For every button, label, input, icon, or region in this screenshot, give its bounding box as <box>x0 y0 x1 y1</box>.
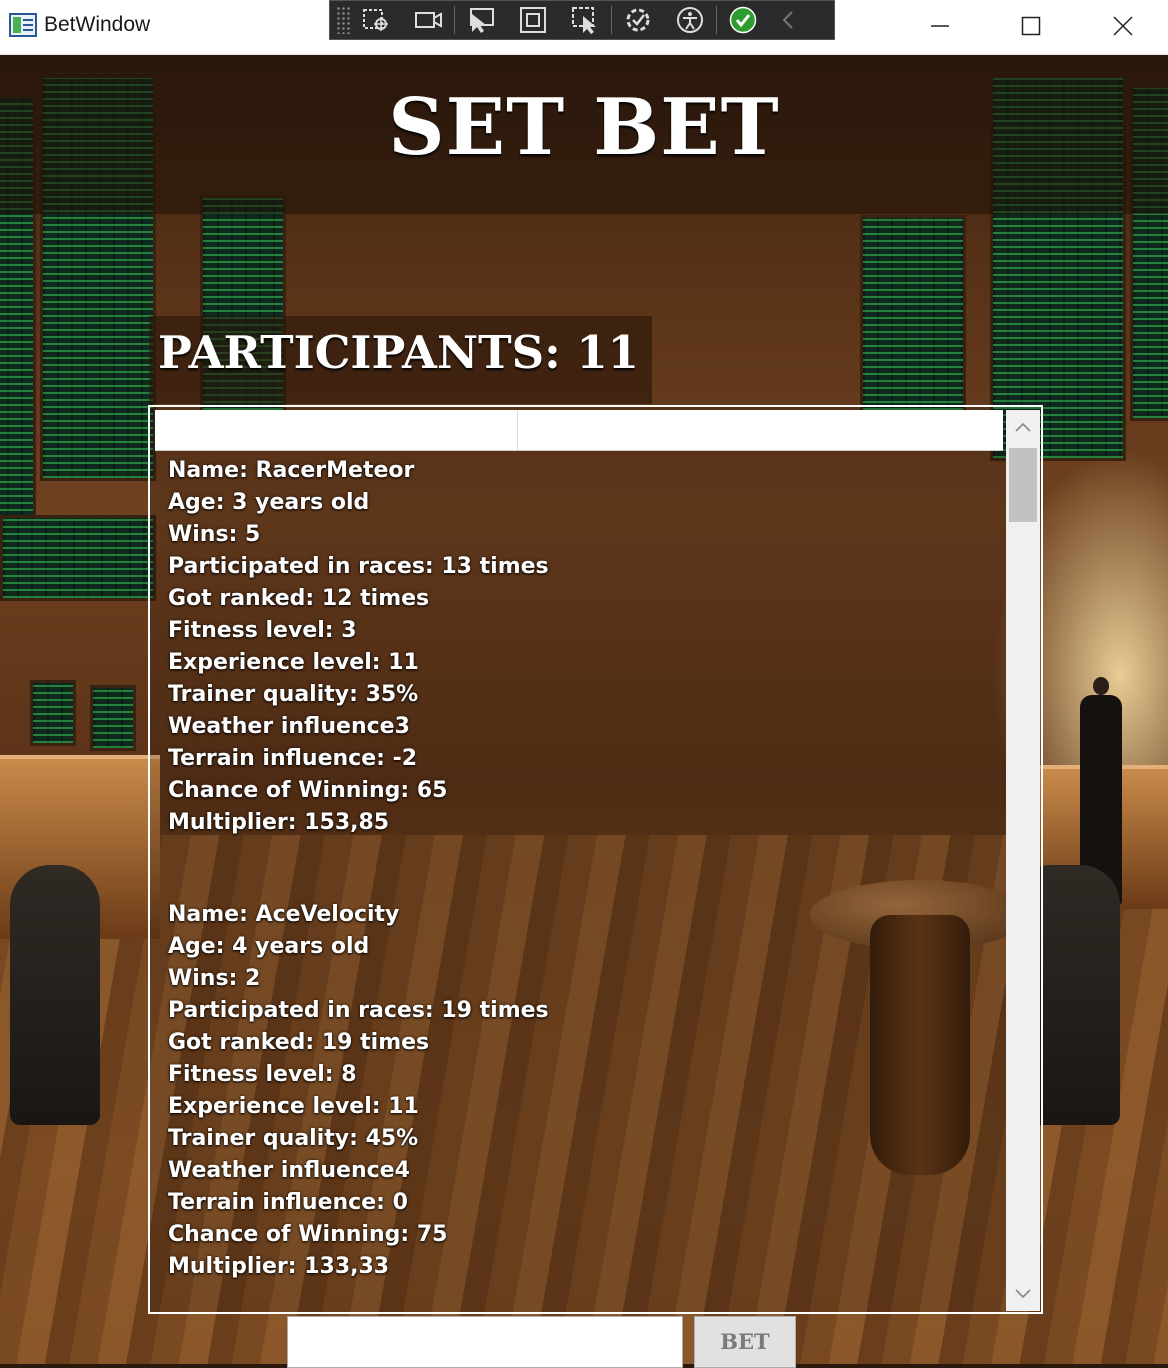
window-title: BetWindow <box>44 13 151 36</box>
toolbar-grip-icon[interactable] <box>336 6 350 34</box>
chevron-down-icon <box>1015 1289 1031 1299</box>
maximize-button[interactable] <box>984 0 1077 52</box>
horse-wins: Wins: 2 <box>168 966 261 991</box>
horse-experience: Experience level: 11 <box>168 1094 419 1119</box>
minimize-icon <box>930 25 949 27</box>
select-element-icon[interactable] <box>350 1 402 39</box>
close-button[interactable] <box>1076 0 1168 52</box>
horse-races: Participated in races: 19 times <box>168 998 549 1023</box>
close-icon <box>1112 16 1133 36</box>
list-column-header <box>155 410 1003 451</box>
accessibility-icon[interactable] <box>664 1 716 39</box>
chevron-up-icon <box>1015 422 1031 432</box>
title-bar: BetWindow <box>0 0 1168 55</box>
tv-screen <box>0 515 156 601</box>
minimize-button[interactable] <box>893 0 986 52</box>
horse-trainer: Trainer quality: 35% <box>168 682 419 707</box>
horse-age: Age: 3 years old <box>168 490 370 515</box>
check-icon[interactable] <box>717 1 769 39</box>
layout-adorner-icon[interactable] <box>507 1 559 39</box>
participants-list[interactable]: Name: RacerMeteor Age: 3 years old Wins:… <box>148 405 1043 1314</box>
scroll-up-button[interactable] <box>1006 410 1040 444</box>
window-app-icon <box>9 13 37 37</box>
horse-name: Name: AceVelocity <box>168 902 400 927</box>
binding-failures-icon[interactable] <box>612 1 664 39</box>
horse-wins: Wins: 5 <box>168 522 261 547</box>
debug-toolbar <box>329 0 835 40</box>
tv-screen <box>90 685 136 751</box>
track-focus-icon[interactable] <box>559 1 611 39</box>
list-item[interactable]: Name: RacerMeteor Age: 3 years old Wins:… <box>168 455 988 839</box>
horse-ranked: Got ranked: 19 times <box>168 1030 430 1055</box>
horse-weather: Weather influence4 <box>168 1158 410 1183</box>
column-header-1[interactable] <box>155 410 518 450</box>
horse-chance: Chance of Winning: 75 <box>168 1222 448 1247</box>
horse-multiplier: Multiplier: 133,33 <box>168 1254 390 1279</box>
vertical-scrollbar[interactable] <box>1006 410 1040 1311</box>
horse-weather: Weather influence3 <box>168 714 410 739</box>
horse-fitness: Fitness level: 8 <box>168 1062 357 1087</box>
list-content: Name: RacerMeteor Age: 3 years old Wins:… <box>168 455 988 1312</box>
chair <box>10 865 100 1125</box>
horse-age: Age: 4 years old <box>168 934 370 959</box>
horse-experience: Experience level: 11 <box>168 650 419 675</box>
horse-multiplier: Multiplier: 153,85 <box>168 810 390 835</box>
tv-screen <box>30 680 76 746</box>
list-item[interactable]: Name: AceVelocity Age: 4 years old Wins:… <box>168 899 988 1283</box>
horse-races: Participated in races: 13 times <box>168 554 549 579</box>
horse-ranked: Got ranked: 12 times <box>168 586 430 611</box>
horse-fitness: Fitness level: 3 <box>168 618 357 643</box>
participants-count-label: PARTICIPANTS: 11 <box>158 326 639 379</box>
collapse-chevron-icon[interactable] <box>769 1 809 39</box>
horse-name: Name: RacerMeteor <box>168 458 415 483</box>
horse-chance: Chance of Winning: 65 <box>168 778 448 803</box>
page-title: SET BET <box>388 82 780 173</box>
bet-button[interactable]: BET <box>694 1316 796 1368</box>
horse-trainer: Trainer quality: 45% <box>168 1126 419 1151</box>
horse-terrain: Terrain influence: 0 <box>168 1190 408 1215</box>
horse-terrain: Terrain influence: -2 <box>168 746 418 771</box>
column-header-2[interactable] <box>518 410 1003 450</box>
bet-amount-input[interactable] <box>287 1316 683 1368</box>
video-icon[interactable] <box>402 1 454 39</box>
scroll-thumb[interactable] <box>1009 448 1037 522</box>
pointer-select-icon[interactable] <box>455 1 507 39</box>
maximize-icon <box>1021 16 1040 36</box>
scroll-down-button[interactable] <box>1006 1277 1040 1311</box>
